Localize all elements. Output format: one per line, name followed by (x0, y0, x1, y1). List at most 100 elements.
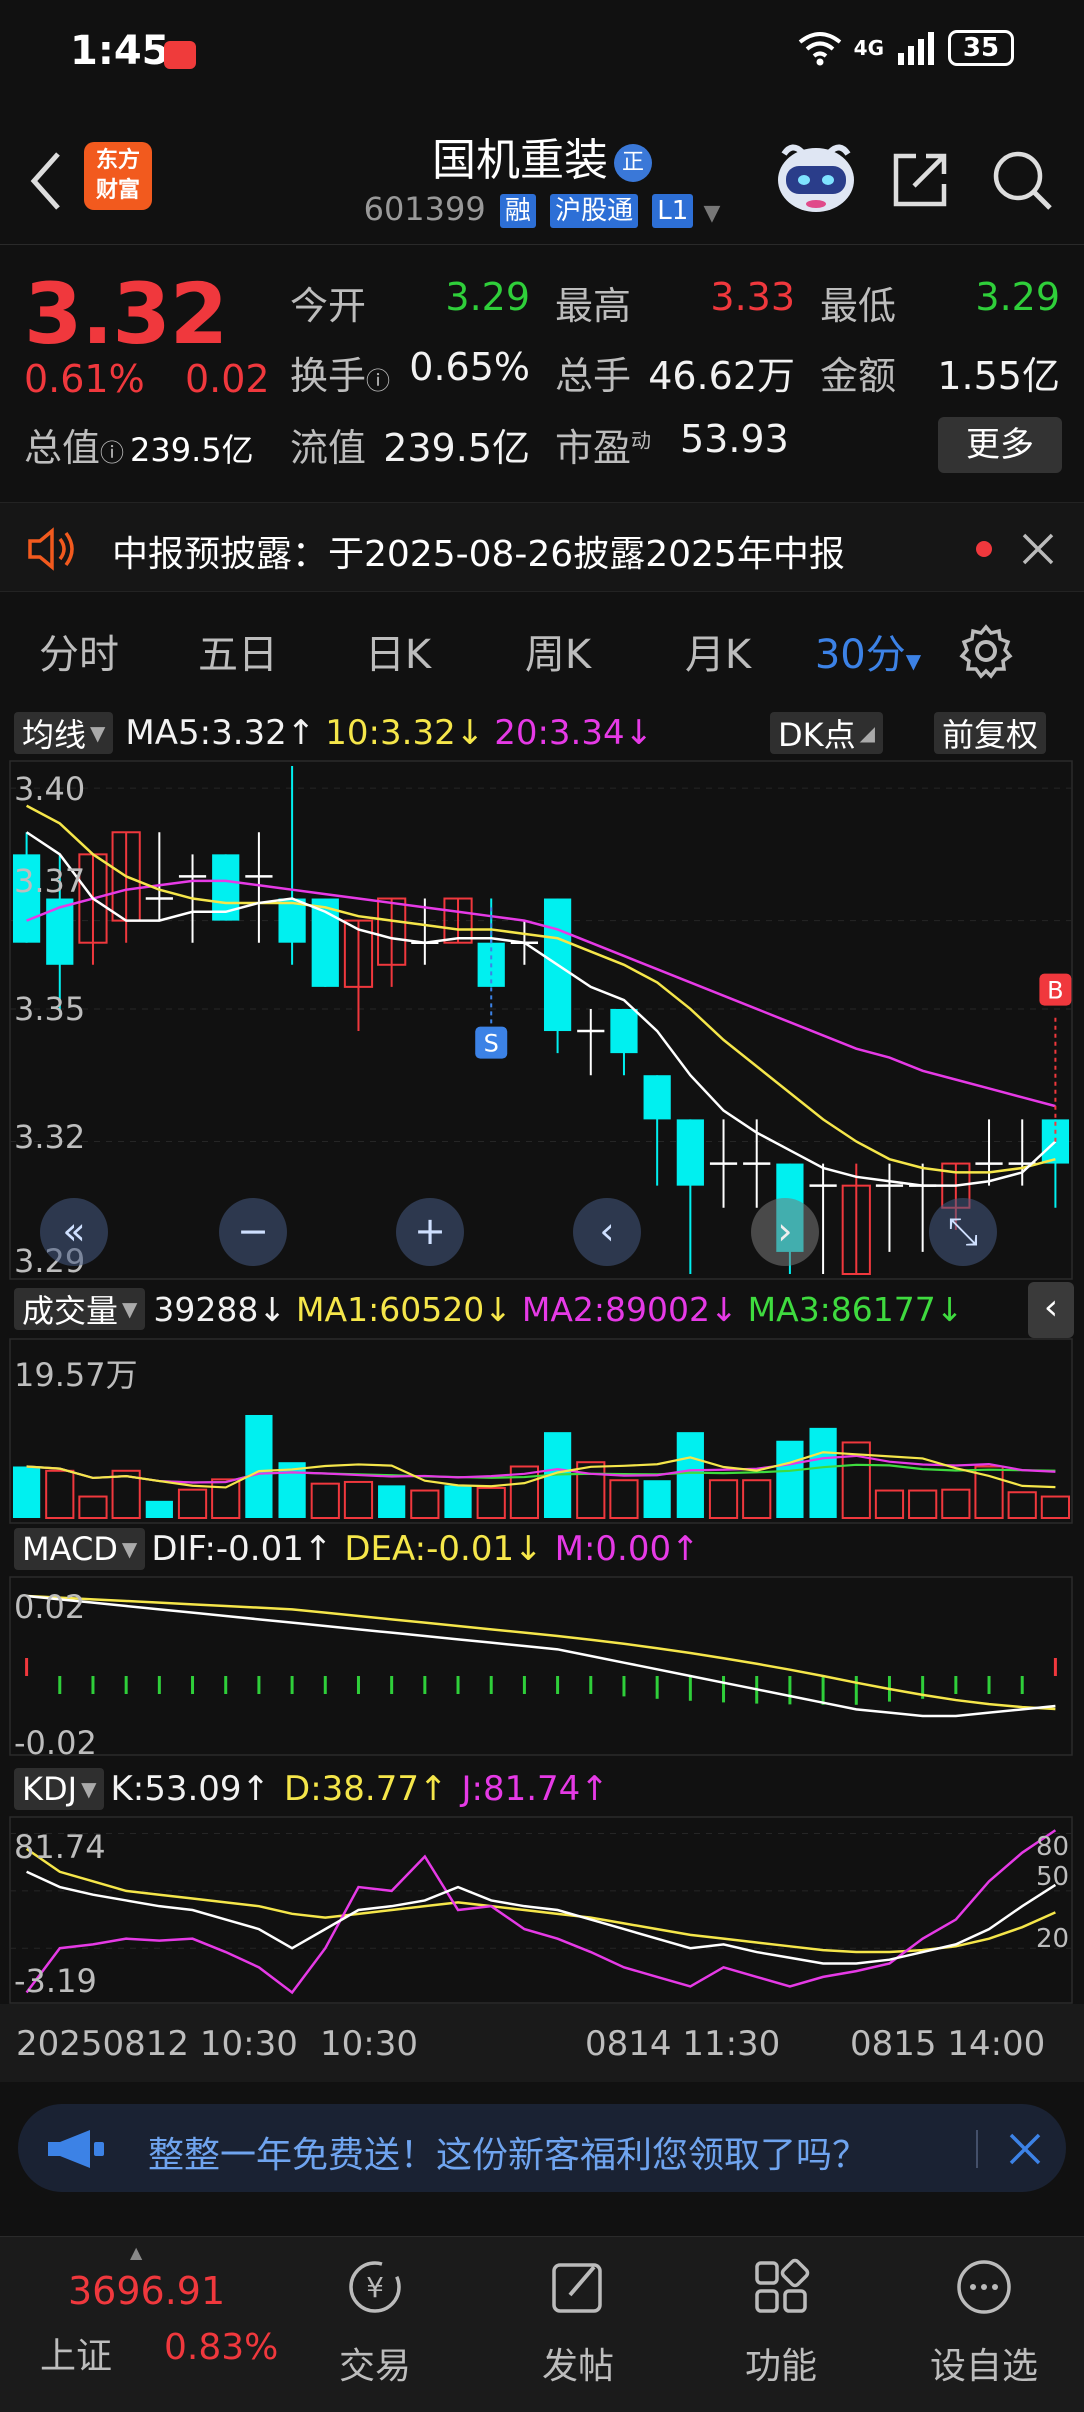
kdj-k: K:53.09↑ (110, 1769, 271, 1809)
nav-watchlist[interactable]: 设自选 (884, 2237, 1084, 2412)
scroll-right-icon[interactable]: › (751, 1198, 819, 1266)
nav-post-label: 发帖 (541, 2346, 614, 2387)
volume-bar (211, 1478, 241, 1520)
tab-daily-k[interactable]: 日K (318, 622, 478, 680)
macd-dea: DEA:-0.01↓ (344, 1529, 543, 1569)
tab-30min[interactable]: 30分▼ (798, 622, 938, 680)
ma10-line (26, 804, 1056, 1174)
volume-bar (343, 1480, 374, 1519)
volume-bar (1007, 1491, 1037, 1519)
kdj-right-tick: 50 (1036, 1862, 1070, 1892)
svg-text:¥: ¥ (366, 2271, 384, 2304)
more-button[interactable]: 更多 (938, 417, 1062, 473)
volume-bar (410, 1489, 440, 1520)
index-ticker[interactable]: ▲ 3696.91 上证 0.83% (0, 2237, 280, 2412)
battery-icon: 35 (948, 30, 1014, 66)
price-axis-tick: 3.40 (14, 770, 86, 808)
divider (976, 2130, 978, 2168)
nav-post[interactable]: 发帖 (478, 2237, 678, 2412)
announcement-bar[interactable]: 中报预披露：于2025-08-26披露2025年中报 (0, 502, 1084, 592)
ma20-value: 20:3.34↓ (494, 713, 654, 753)
volume-bar (776, 1440, 804, 1518)
scroll-left-icon[interactable]: ‹ (573, 1198, 641, 1266)
close-icon[interactable] (1008, 2132, 1042, 2166)
change-percent: 0.61% (24, 357, 145, 401)
stock-name: 国机重装 (432, 135, 608, 186)
low-label: 最低 (820, 284, 897, 328)
volume-value: 39288↓ (153, 1289, 287, 1329)
kdj-axis-bottom: -3.19 (14, 1962, 97, 2000)
dk-point-button[interactable]: DK点 ◢ (770, 712, 884, 754)
indicator-dropdown-label: 均线 (22, 716, 87, 754)
time-axis-label: 0815 14:00 (850, 2024, 1046, 2064)
tab-five-day[interactable]: 五日 (158, 622, 318, 680)
panel-frame (9, 760, 1073, 1280)
price-axis-tick: 3.32 (14, 1118, 86, 1156)
nav-trade[interactable]: ¥ 交易 (275, 2237, 475, 2412)
notification-icon (164, 41, 196, 69)
close-icon[interactable] (1020, 531, 1056, 567)
volume-bar (378, 1485, 406, 1518)
open-label: 今开 (290, 284, 367, 328)
kdj-dropdown[interactable]: KDJ ▼ (14, 1768, 105, 1810)
collapse-panel-icon[interactable]: ‹ (1028, 1282, 1074, 1338)
volume-dropdown-label: 成交量 (22, 1292, 119, 1330)
settings-gear-icon[interactable] (958, 623, 1014, 679)
promo-banner[interactable]: 整整一年免费送！这份新客福利您领取了吗？ (18, 2104, 1066, 2192)
pe-label: 市盈动 (555, 417, 651, 472)
speaker-icon (28, 527, 74, 571)
dk-label: DK点 (778, 716, 856, 754)
macd-legend: MACD ▼ DIF:-0.01↑ DEA:-0.01↓ M:0.00↑ (14, 1526, 700, 1572)
volume-bar (476, 1486, 506, 1519)
zoom-in-icon[interactable]: + (396, 1198, 464, 1266)
robot-assistant-icon[interactable] (772, 140, 860, 216)
search-icon[interactable] (990, 148, 1054, 212)
volume-bar (576, 1461, 606, 1520)
kdj-axis-top: 81.74 (14, 1828, 106, 1866)
volume-bar (45, 1469, 75, 1520)
status-bar: 1:45 4G 35 (0, 0, 1084, 110)
candle-body (643, 1075, 671, 1120)
candle-body (676, 1119, 704, 1186)
total-cap-label: 总值 (24, 426, 101, 470)
tab-weekly-k[interactable]: 周K (478, 622, 638, 680)
info-icon[interactable]: ⓘ (366, 367, 390, 395)
tab-monthly-k[interactable]: 月K (638, 622, 798, 680)
scroll-left-far-icon[interactable]: « (40, 1198, 108, 1266)
ma10-value: 10:3.32↓ (325, 713, 485, 753)
index-change: 0.83% (164, 2327, 279, 2368)
tab-intraday[interactable]: 分时 (0, 622, 158, 680)
bottom-nav: ▲ 3696.91 上证 0.83% ¥ 交易 发帖 功能 设自选 (0, 2236, 1084, 2412)
indicator-dropdown[interactable]: 均线 ▼ (14, 712, 114, 754)
macd-chart (9, 1576, 1073, 1756)
info-icon[interactable]: ⓘ (100, 439, 124, 467)
zoom-out-icon[interactable]: − (219, 1198, 287, 1266)
volume-bar (874, 1489, 905, 1520)
adjust-button[interactable]: 前复权 (934, 712, 1047, 754)
share-icon[interactable] (888, 148, 952, 212)
fullscreen-icon[interactable]: ⤡ (929, 1198, 997, 1266)
tab-30min-label: 30分 (814, 632, 906, 678)
network-label: 4G (853, 36, 884, 60)
panel-frame (9, 1338, 1073, 1524)
volume-bar (310, 1482, 340, 1519)
total-cap: 总值ⓘ 239.5亿 (24, 417, 254, 472)
kdj-d-line (25, 1847, 1056, 1954)
macd-dea-line (26, 1594, 1056, 1711)
volume-dropdown[interactable]: 成交量 ▼ (14, 1288, 146, 1330)
volume-ma3: MA3:86177↓ (747, 1289, 964, 1329)
high-value: 3.33 (710, 275, 795, 319)
buy-marker-label: B (1047, 977, 1063, 1005)
volume-value: 46.62万 (648, 354, 795, 398)
change-amount: 0.02 (185, 357, 270, 401)
index-name: 上证 (40, 2336, 113, 2377)
candlestick-chart[interactable]: SB (0, 760, 1084, 1280)
unread-dot (976, 541, 992, 557)
nav-functions[interactable]: 功能 (681, 2237, 881, 2412)
time-axis-label: 10:30 (320, 2024, 418, 2064)
grid-icon (755, 2258, 810, 2313)
macd-dropdown[interactable]: MACD ▼ (14, 1528, 146, 1570)
volume-bar (643, 1480, 671, 1518)
volume-bar (708, 1479, 739, 1520)
nav-functions-label: 功能 (744, 2346, 817, 2387)
